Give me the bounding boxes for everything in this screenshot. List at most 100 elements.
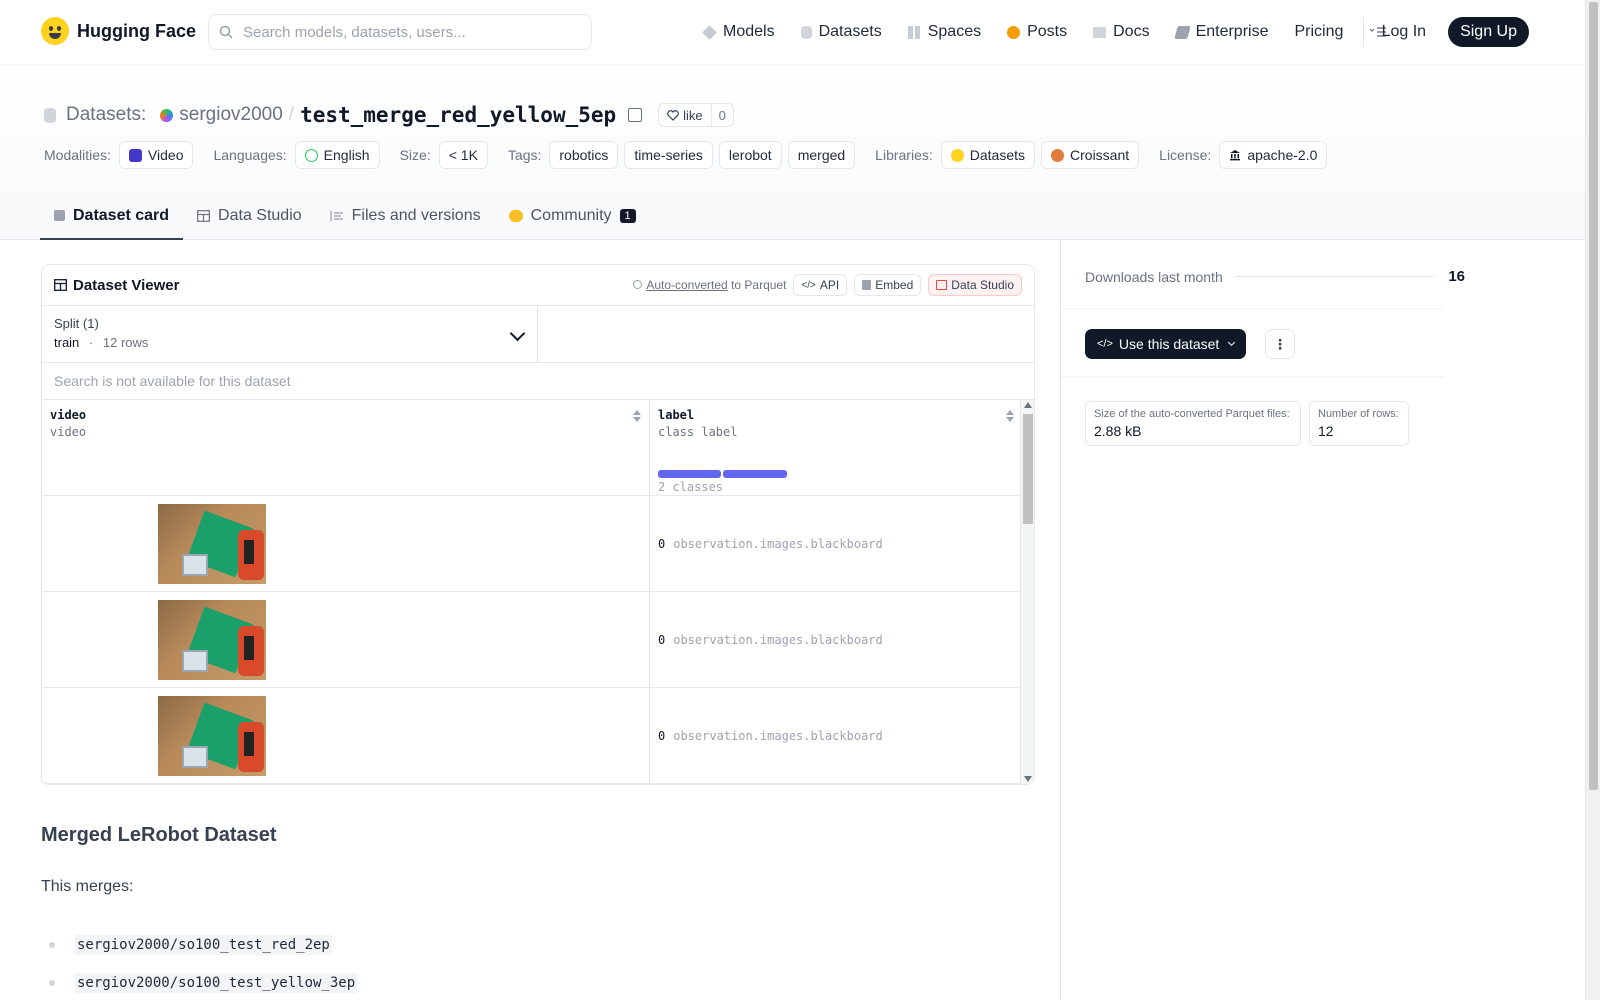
brand-name: Hugging Face: [77, 20, 197, 41]
auto-converted-link[interactable]: Auto-converted: [646, 278, 727, 292]
database-icon: [44, 107, 56, 123]
table-row[interactable]: 0 observation.images.blackboard: [42, 688, 1022, 784]
tag-language[interactable]: English: [294, 141, 380, 169]
tags-key: Tags:: [507, 147, 542, 163]
table-row[interactable]: 0 observation.images.blackboard: [42, 496, 1022, 592]
cube-icon: [702, 24, 717, 40]
tab-dataset-card[interactable]: Dataset card: [40, 193, 184, 240]
modalities-key: Modalities:: [44, 147, 111, 163]
like-button[interactable]: like 0: [658, 103, 734, 127]
hugging-face-icon: [950, 148, 964, 162]
viewer-search-unavailable: Search is not available for this dataset: [42, 363, 1034, 400]
api-button[interactable]: </> API: [793, 274, 848, 296]
column-type: video: [50, 425, 87, 439]
data-studio-button[interactable]: Data Studio: [928, 274, 1022, 296]
split-row: Split (1) train · 12 rows: [42, 306, 1034, 363]
tag-lerobot[interactable]: lerobot: [718, 141, 782, 169]
tag-library-croissant[interactable]: Croissant: [1041, 141, 1140, 169]
video-cell[interactable]: [42, 496, 650, 591]
parquet-size-stat: Size of the auto-converted Parquet files…: [1085, 401, 1301, 446]
tab-files[interactable]: Files and versions: [316, 193, 495, 240]
viewer-title-text: Dataset Viewer: [73, 276, 180, 294]
scroll-up-icon[interactable]: [1024, 402, 1032, 408]
class-bar-0[interactable]: [658, 470, 721, 478]
tag-modality[interactable]: Video: [118, 141, 194, 169]
tag-library-datasets[interactable]: Datasets: [940, 141, 1036, 169]
downloads-stat: Downloads last month 16: [1085, 268, 1465, 285]
nav-datasets[interactable]: Datasets: [800, 17, 882, 47]
login-link[interactable]: Log In: [1362, 17, 1432, 47]
bullet: [49, 942, 55, 948]
code-icon: </>: [801, 279, 816, 291]
video-thumbnail[interactable]: [158, 504, 266, 584]
grid-scrollbar[interactable]: [1020, 400, 1034, 784]
label-text: observation.images.blackboard: [673, 728, 883, 743]
tag-robotics[interactable]: robotics: [549, 141, 619, 169]
nav-posts[interactable]: Posts: [1007, 17, 1067, 47]
nav-docs[interactable]: Docs: [1093, 17, 1150, 47]
repo-name[interactable]: test_merge_red_yellow_5ep: [300, 103, 616, 127]
video-cell[interactable]: [42, 592, 650, 687]
database-icon: [800, 25, 812, 39]
spaces-grid-icon: [907, 25, 921, 39]
nav-enterprise[interactable]: Enterprise: [1173, 17, 1268, 47]
split-label: Split (1): [54, 316, 99, 331]
scroll-down-icon[interactable]: [1024, 776, 1032, 782]
page-scrollbar-thumb[interactable]: [1589, 2, 1598, 790]
card-intro: This merges:: [41, 878, 134, 895]
class-distribution: [658, 470, 787, 478]
video-thumbnail[interactable]: [158, 696, 266, 776]
tag-library-croissant-label: Croissant: [1070, 147, 1130, 163]
copy-icon[interactable]: [628, 108, 643, 122]
section-link[interactable]: Datasets:: [66, 104, 146, 126]
scrollbar-thumb[interactable]: [1023, 414, 1033, 524]
nav-models[interactable]: Models: [702, 17, 775, 47]
row-count-stat: Number of rows: 12: [1309, 401, 1409, 446]
nav-spaces-label: Spaces: [927, 23, 982, 40]
page-scrollbar[interactable]: [1585, 0, 1600, 1000]
nav-pricing[interactable]: Pricing: [1294, 17, 1343, 47]
label-index: 0: [658, 632, 666, 647]
sort-icon[interactable]: [1006, 410, 1014, 422]
tag-size[interactable]: < 1K: [438, 141, 488, 169]
size-key: Size:: [399, 147, 431, 163]
class-bar-1[interactable]: [723, 470, 787, 478]
downloads-label: Downloads last month: [1085, 268, 1223, 285]
video-cell[interactable]: [42, 688, 650, 783]
tag-license[interactable]: apache-2.0: [1219, 141, 1328, 169]
tab-data-studio[interactable]: Data Studio: [183, 193, 316, 240]
sort-icon[interactable]: [633, 410, 641, 422]
tag-merged[interactable]: merged: [787, 141, 856, 169]
split-selector[interactable]: Split (1) train · 12 rows: [42, 306, 538, 362]
list-item: sergiov2000/so100_test_red_2ep: [41, 926, 357, 964]
license-key: License:: [1159, 147, 1212, 163]
heart-icon: [667, 109, 680, 121]
user-link[interactable]: sergiov2000: [179, 104, 283, 126]
use-dataset-button[interactable]: </> Use this dataset: [1085, 329, 1247, 359]
to-parquet-text: to Parquet: [731, 278, 787, 292]
more-options-button[interactable]: ⋮: [1265, 329, 1295, 359]
table-row[interactable]: 0 observation.images.blackboard: [42, 592, 1022, 688]
path-separator: /: [288, 104, 295, 125]
label-index: 0: [658, 728, 666, 743]
downloads-sparkline: [1236, 276, 1435, 277]
viewer-actions: Auto-converted to Parquet </> API Embed …: [633, 274, 1022, 296]
column-header-video[interactable]: video video: [42, 400, 650, 496]
search-input[interactable]: [241, 22, 571, 42]
brand-logo[interactable]: Hugging Face: [41, 17, 196, 45]
tag-time-series[interactable]: time-series: [624, 141, 713, 169]
tag-license-label: apache-2.0: [1247, 147, 1318, 163]
global-search[interactable]: [208, 14, 592, 50]
user-avatar: [160, 108, 174, 122]
table-icon: [54, 279, 67, 291]
signup-button[interactable]: Sign Up: [1448, 17, 1529, 47]
column-header-label[interactable]: label class label 2 classes: [650, 400, 1022, 496]
tag-language-label: English: [323, 147, 370, 163]
nav-spaces[interactable]: Spaces: [907, 17, 982, 47]
downloads-count: 16: [1448, 268, 1465, 285]
label-cell: 0 observation.images.blackboard: [650, 592, 1022, 687]
hugging-face-logo-icon: [41, 17, 69, 45]
video-thumbnail[interactable]: [158, 600, 266, 680]
embed-button[interactable]: Embed: [854, 274, 922, 296]
tab-community[interactable]: Community 1: [495, 193, 650, 240]
